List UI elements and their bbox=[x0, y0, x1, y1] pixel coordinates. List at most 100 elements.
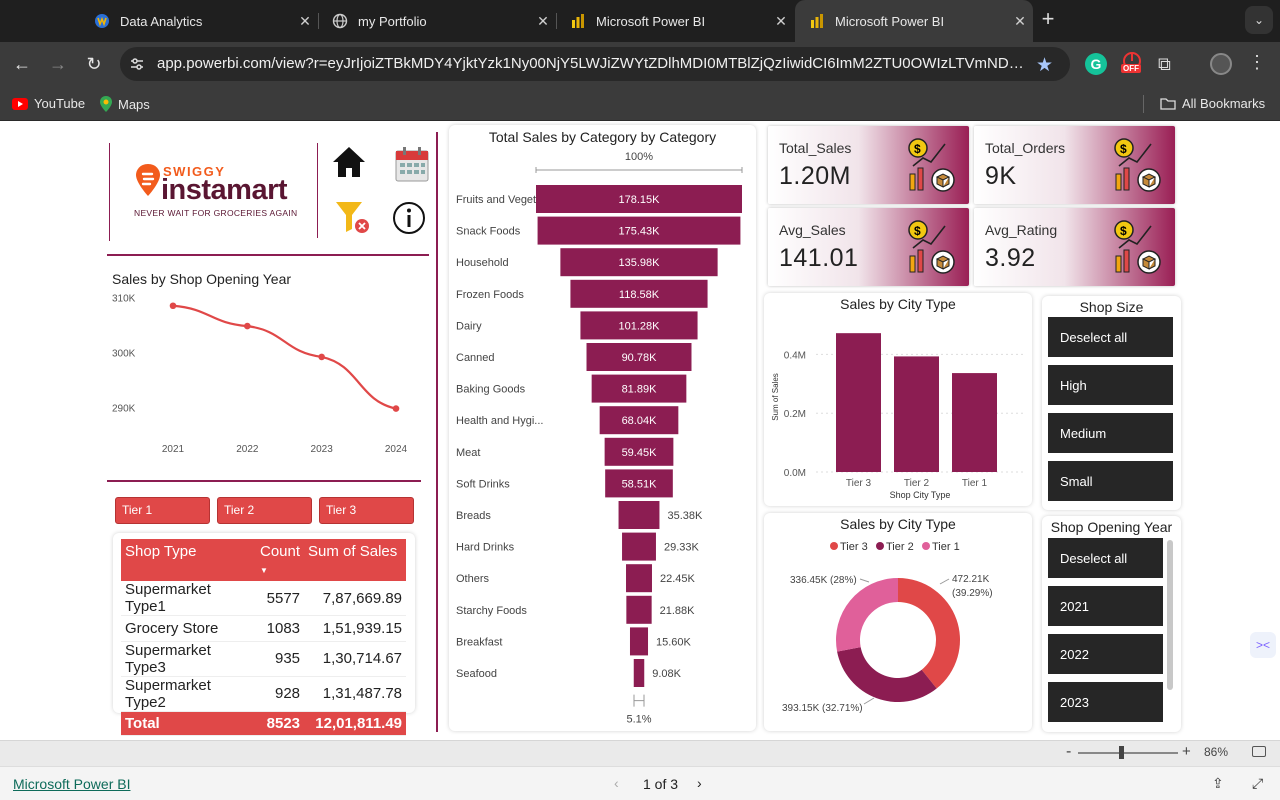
profile-avatar[interactable] bbox=[1210, 53, 1232, 75]
funnel-chart: 100% Fruits and Veget... 178.15K Snack Food… bbox=[456, 151, 743, 726]
page-indicator: 1 of 3 bbox=[643, 776, 679, 792]
col-header-count[interactable]: Count ▼ bbox=[256, 539, 305, 581]
legend-marker bbox=[830, 542, 838, 550]
close-icon[interactable]: ✕ bbox=[292, 13, 318, 30]
funnel-value-label: 178.15K bbox=[619, 194, 661, 206]
donut-data-label: (39.29%) bbox=[952, 588, 993, 599]
site-info-icon[interactable] bbox=[128, 55, 146, 73]
calendar-icon[interactable] bbox=[395, 146, 429, 182]
zoom-level: 86% bbox=[1204, 745, 1229, 759]
zoom-out-icon[interactable]: - bbox=[1066, 743, 1071, 761]
next-page-icon[interactable]: › bbox=[697, 775, 702, 791]
tab-label: Microsoft Power BI bbox=[835, 13, 945, 29]
home-icon[interactable] bbox=[331, 145, 367, 179]
svg-text:$: $ bbox=[914, 142, 921, 156]
zoom-in-icon[interactable]: + bbox=[1182, 743, 1191, 760]
slicer-option-small[interactable]: Small bbox=[1048, 461, 1173, 501]
bookmark-maps[interactable]: Maps bbox=[100, 96, 150, 112]
table-row[interactable]: Supermarket Type2 928 1,31,487.78 bbox=[121, 676, 407, 712]
kpi-label: Total_Orders bbox=[985, 140, 1066, 156]
slicer-option-deselect-all[interactable]: Deselect all bbox=[1048, 317, 1173, 357]
funnel-category-label: Health and Hygi... bbox=[456, 415, 543, 427]
extensions-puzzle-icon[interactable]: ⧉ bbox=[1158, 54, 1171, 75]
table-row[interactable]: Supermarket Type1 5577 7,87,669.89 bbox=[121, 581, 407, 616]
slicer-option-2022[interactable]: 2022 bbox=[1048, 634, 1163, 674]
x-tick-label: 2021 bbox=[162, 444, 185, 455]
bookmark-divider bbox=[1143, 95, 1144, 113]
tab-search-button[interactable]: ⌄ bbox=[1245, 6, 1273, 34]
fullscreen-icon[interactable]: ⤢ bbox=[1252, 775, 1263, 792]
donut-data-label: 393.15K (32.71%) bbox=[782, 703, 863, 714]
clear-filter-icon[interactable] bbox=[334, 198, 372, 236]
url-text[interactable]: app.powerbi.com/view?r=eyJrIjoiZTBkMDY4Y… bbox=[157, 55, 1025, 72]
tab-powerbi-active[interactable]: Microsoft Power BI ✕ bbox=[795, 0, 1033, 42]
tier-1-button[interactable]: Tier 1 bbox=[115, 497, 210, 524]
cell-sales: 1,31,487.78 bbox=[304, 676, 407, 712]
new-tab-button[interactable]: + bbox=[1036, 8, 1060, 32]
col-header-shop-type[interactable]: Shop Type bbox=[121, 539, 256, 581]
funnel-value-label: 135.98K bbox=[619, 257, 661, 269]
y-axis-title: Sum of Sales bbox=[771, 373, 780, 421]
sales-growth-icon: $ bbox=[908, 220, 955, 274]
powerbi-link[interactable]: Microsoft Power BI bbox=[13, 776, 130, 792]
funnel-bar bbox=[622, 532, 656, 561]
all-bookmarks-button[interactable]: All Bookmarks bbox=[1160, 96, 1265, 111]
slicer-option-deselect-all[interactable]: Deselect all bbox=[1048, 538, 1163, 578]
kpi-total-orders: Total_Orders 9K $ bbox=[974, 126, 1175, 204]
tab-my-portfolio[interactable]: my Portfolio ✕ bbox=[318, 0, 556, 42]
tab-data-analytics[interactable]: Data Analytics ✕ bbox=[80, 0, 318, 42]
bookmark-youtube[interactable]: YouTube bbox=[12, 96, 85, 111]
info-icon[interactable] bbox=[392, 201, 426, 235]
tier-3-button[interactable]: Tier 3 bbox=[319, 497, 414, 524]
table-row[interactable]: Grocery Store 1083 1,51,939.15 bbox=[121, 615, 407, 642]
funnel-value-label: 68.04K bbox=[622, 415, 658, 427]
prev-page-icon[interactable]: ‹ bbox=[614, 775, 619, 791]
col-header-sum-of-sales[interactable]: Sum of Sales bbox=[304, 539, 407, 581]
legend-label: Tier 1 bbox=[932, 541, 960, 553]
close-icon[interactable]: ✕ bbox=[1007, 13, 1033, 30]
browser-menu-icon[interactable]: ⋮ bbox=[1248, 52, 1266, 73]
shop-type-table-visual: Shop Type Count ▼ Sum of Sales Supermarke… bbox=[113, 533, 415, 736]
x-axis-title: Shop City Type bbox=[890, 490, 951, 500]
sort-desc-icon: ▼ bbox=[260, 566, 268, 575]
back-arrow-icon[interactable]: ← bbox=[8, 50, 36, 78]
tab-powerbi[interactable]: Microsoft Power BI ✕ bbox=[556, 0, 794, 42]
table-row[interactable]: Supermarket Type3 935 1,30,714.67 bbox=[121, 641, 407, 677]
close-icon[interactable]: ✕ bbox=[530, 13, 556, 30]
funnel-value-label: 101.28K bbox=[619, 320, 661, 332]
x-tick-label: Tier 2 bbox=[904, 478, 930, 489]
bookmarks-bar bbox=[0, 86, 1280, 121]
zoom-slider-thumb[interactable] bbox=[1119, 746, 1124, 759]
table-header-row: Shop Type Count ▼ Sum of Sales bbox=[121, 539, 407, 581]
shop-type-table: Shop Type Count ▼ Sum of Sales Supermarke… bbox=[121, 539, 407, 736]
grammarly-icon[interactable]: G bbox=[1085, 53, 1107, 75]
city-donut-title: Sales by City Type bbox=[840, 516, 956, 532]
zoom-slider-track[interactable] bbox=[1078, 752, 1178, 754]
tier-2-button[interactable]: Tier 2 bbox=[217, 497, 312, 524]
slicer-option-2023[interactable]: 2023 bbox=[1048, 682, 1163, 722]
donut-data-label: 472.21K bbox=[952, 574, 990, 585]
funnel-category-label: Starchy Foods bbox=[456, 605, 527, 617]
section-divider bbox=[107, 254, 429, 256]
forward-arrow-icon[interactable]: → bbox=[44, 50, 72, 78]
cell-count: 935 bbox=[256, 641, 305, 677]
funnel-category-label: Snack Foods bbox=[456, 226, 521, 238]
slicer-option-medium[interactable]: Medium bbox=[1048, 413, 1173, 453]
close-icon[interactable]: ✕ bbox=[768, 13, 794, 30]
extension-off-icon[interactable]: OFF bbox=[1120, 52, 1144, 78]
data-point bbox=[392, 405, 400, 412]
share-icon[interactable]: ⇪ bbox=[1212, 775, 1224, 792]
bookmark-star-icon[interactable]: ★ bbox=[1036, 54, 1053, 77]
reload-icon[interactable]: ↻ bbox=[80, 50, 108, 78]
funnel-value-label: 90.78K bbox=[622, 352, 658, 364]
copilot-side-icon[interactable]: >< bbox=[1250, 632, 1276, 658]
funnel-value-label: 22.45K bbox=[660, 573, 696, 585]
slicer-option-2021[interactable]: 2021 bbox=[1048, 586, 1163, 626]
fit-to-page-icon[interactable] bbox=[1252, 746, 1266, 757]
slicer-scrollbar[interactable] bbox=[1167, 540, 1173, 690]
slicer-option-high[interactable]: High bbox=[1048, 365, 1173, 405]
bookmark-label: YouTube bbox=[34, 96, 86, 111]
funnel-category-label: Seafood bbox=[456, 668, 497, 680]
x-tick-label: Tier 3 bbox=[846, 478, 872, 489]
tab-label: Data Analytics bbox=[120, 13, 203, 29]
